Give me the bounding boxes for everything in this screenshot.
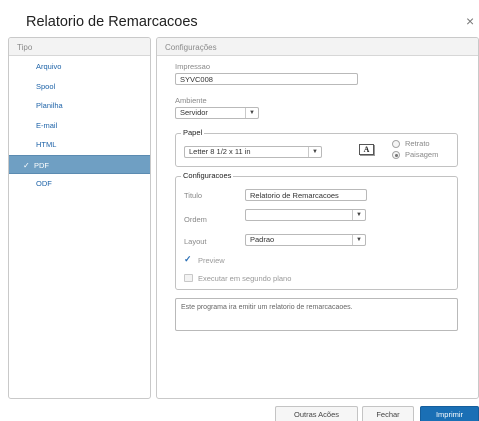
type-item-spool[interactable]: Spool bbox=[9, 77, 150, 97]
paisagem-label: Paisagem bbox=[405, 150, 439, 159]
chevron-down-icon: ▼ bbox=[308, 147, 321, 157]
layout-label: Layout bbox=[184, 237, 207, 246]
paper-size-select[interactable]: Letter 8 1/2 x 11 in ▼ bbox=[184, 146, 322, 158]
type-item-label: HTML bbox=[36, 140, 57, 149]
ambiente-value: Servidor bbox=[180, 108, 208, 117]
retrato-radio[interactable] bbox=[392, 140, 400, 148]
font-preview-icon: A bbox=[359, 144, 374, 155]
type-item-odf[interactable]: ODF bbox=[9, 174, 150, 194]
type-panel-header: Tipo bbox=[9, 38, 150, 56]
type-list: Arquivo Spool Planilha E-mail HTML ✓ PDF … bbox=[9, 57, 150, 194]
close-icon[interactable]: × bbox=[466, 13, 474, 29]
impressao-field[interactable]: SYVC008 bbox=[175, 73, 358, 85]
titulo-field[interactable]: Relatorio de Remarcacoes bbox=[245, 189, 367, 201]
report-dialog: Relatorio de Remarcacoes × Tipo Arquivo … bbox=[0, 0, 479, 421]
type-item-pdf[interactable]: ✓ PDF bbox=[9, 154, 150, 174]
description-box: Este programa ira emitir um relatorio de… bbox=[175, 298, 458, 331]
executar-label: Executar em segundo plano bbox=[198, 274, 292, 283]
ordem-label: Ordem bbox=[184, 215, 207, 224]
dialog-title: Relatorio de Remarcacoes bbox=[26, 14, 198, 30]
preview-label: Preview bbox=[198, 256, 225, 265]
retrato-label: Retrato bbox=[405, 139, 430, 148]
chevron-down-icon: ▼ bbox=[352, 210, 365, 220]
papel-legend: Papel bbox=[181, 128, 205, 137]
titulo-label: Titulo bbox=[184, 191, 203, 200]
paisagem-radio[interactable] bbox=[392, 151, 400, 159]
type-panel: Tipo Arquivo Spool Planilha E-mail HTML … bbox=[8, 37, 151, 399]
layout-select[interactable]: Padrao ▼ bbox=[245, 234, 366, 246]
ordem-select[interactable]: ▼ bbox=[245, 209, 366, 221]
preview-checkbox[interactable]: ✓ bbox=[184, 254, 192, 265]
check-icon: ✓ bbox=[23, 160, 30, 170]
ambiente-select[interactable]: Servidor ▼ bbox=[175, 107, 259, 119]
type-item-email[interactable]: E-mail bbox=[9, 116, 150, 136]
imprimir-button[interactable]: Imprimir bbox=[420, 406, 479, 421]
type-item-planilha[interactable]: Planilha bbox=[9, 96, 150, 116]
chevron-down-icon: ▼ bbox=[352, 235, 365, 245]
paper-size-value: Letter 8 1/2 x 11 in bbox=[189, 147, 251, 156]
ambiente-label: Ambiente bbox=[175, 96, 207, 105]
layout-value: Padrao bbox=[250, 235, 275, 244]
type-item-html[interactable]: HTML bbox=[9, 135, 150, 155]
configuracoes-legend: Configuracoes bbox=[181, 171, 234, 180]
type-item-label: Spool bbox=[36, 81, 56, 91]
type-item-label: E-mail bbox=[36, 120, 58, 130]
type-item-label: ODF bbox=[36, 179, 52, 188]
fechar-button[interactable]: Fechar bbox=[362, 406, 414, 421]
type-item-label: Planilha bbox=[36, 101, 63, 110]
type-item-label: PDF bbox=[34, 160, 49, 170]
type-item-arquivo[interactable]: Arquivo bbox=[9, 57, 150, 77]
config-panel-header: Configurações bbox=[157, 38, 478, 56]
chevron-down-icon: ▼ bbox=[245, 108, 258, 118]
impressao-label: Impressao bbox=[175, 62, 211, 71]
outras-acoes-button[interactable]: Outras Acões bbox=[275, 406, 358, 421]
type-item-label: Arquivo bbox=[36, 62, 62, 71]
executar-checkbox[interactable] bbox=[184, 274, 193, 282]
